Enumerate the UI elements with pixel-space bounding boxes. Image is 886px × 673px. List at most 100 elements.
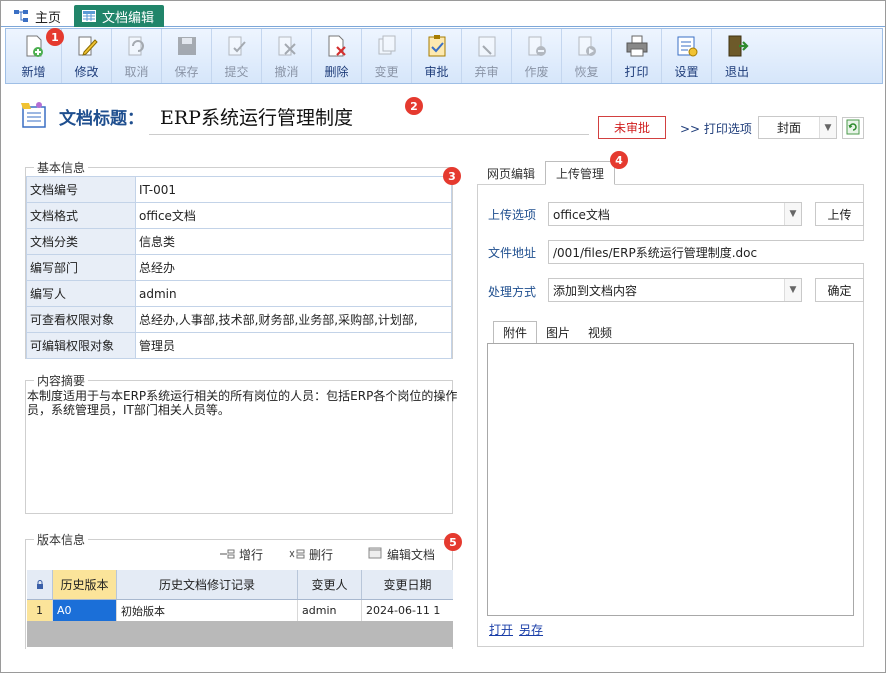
tab-image[interactable]: 图片 xyxy=(537,321,579,344)
info-value[interactable]: office文档 xyxy=(135,202,452,229)
print-icon xyxy=(624,33,650,59)
toolbar-button-change[interactable]: 变更 xyxy=(362,29,412,83)
info-key: 编写人 xyxy=(26,280,136,307)
lock-icon xyxy=(27,570,53,599)
attachment-tabs: 附件 图片 视频 xyxy=(493,321,621,344)
toolbar-button-settings[interactable]: 设置 xyxy=(662,29,712,83)
toolbar-button-label: 修改 xyxy=(74,65,99,79)
toolbar-button-label: 设置 xyxy=(674,65,699,79)
main-toolbar: 新增 修改 取消 保存 提交 撤消 删除 变更 审批 弃审 作废 恢复 打印 设置 退出 xyxy=(5,28,883,84)
toolbar-button-print[interactable]: 打印 xyxy=(612,29,662,83)
toolbar-button-label: 作废 xyxy=(524,65,549,79)
refresh-button[interactable] xyxy=(842,117,864,139)
chevron-down-icon[interactable]: ▼ xyxy=(819,117,836,138)
basic-info-table: 文档编号 IT-001 文档格式 office文档 文档分类 信息类 编写部门 总经办 编写人 a… xyxy=(26,176,452,359)
tab-home[interactable]: 主页 xyxy=(5,5,69,27)
col-revision-record[interactable]: 历史文档修订记录 xyxy=(117,570,298,599)
col-history-version[interactable]: 历史版本 xyxy=(53,570,117,599)
change-icon xyxy=(374,33,400,59)
unapprove-icon xyxy=(474,33,500,59)
toolbar-button-restore[interactable]: 恢复 xyxy=(562,29,612,83)
save-as-link[interactable]: 另存 xyxy=(519,621,543,638)
info-row: 编写人 admin xyxy=(26,280,452,307)
undo-icon xyxy=(124,33,150,59)
toolbar-button-submit[interactable]: 提交 xyxy=(212,29,262,83)
info-value[interactable]: IT-001 xyxy=(135,176,452,203)
upload-option-value: office文档 xyxy=(553,207,610,222)
tab-web-edit[interactable]: 网页编辑 xyxy=(477,161,545,185)
info-row: 文档格式 office文档 xyxy=(26,202,452,229)
delete-row-button[interactable]: 删行 xyxy=(289,546,333,563)
tab-upload-manage[interactable]: 上传管理 xyxy=(545,161,616,185)
chevron-down-icon[interactable]: ▼ xyxy=(784,279,801,301)
info-key: 文档格式 xyxy=(26,202,136,229)
table-icon xyxy=(82,10,96,22)
process-mode-label: 处理方式 xyxy=(488,285,537,299)
toolbar-button-label: 取消 xyxy=(124,65,149,79)
toolbar-button-unapprove[interactable]: 弃审 xyxy=(462,29,512,83)
cell-date[interactable]: 2024-06-11 1 xyxy=(362,600,453,621)
chevron-down-icon[interactable]: ▼ xyxy=(784,203,801,225)
add-row-button[interactable]: 增行 xyxy=(219,546,263,563)
version-grid-header: 历史版本 历史文档修订记录 变更人 变更日期 xyxy=(27,570,453,600)
version-actions: 增行 删行 编辑文档 xyxy=(219,546,435,563)
info-value[interactable]: 信息类 xyxy=(135,228,452,255)
process-mode-value: 添加到文档内容 xyxy=(553,283,638,298)
toolbar-button-undo[interactable]: 取消 xyxy=(112,29,162,83)
toolbar-button-label: 撤消 xyxy=(274,65,299,79)
info-key: 可编辑权限对象 xyxy=(26,332,136,359)
delete-row-label: 删行 xyxy=(309,548,334,562)
toolbar-button-edit[interactable]: 修改 xyxy=(62,29,112,83)
upload-option-select[interactable]: office文档 ▼ xyxy=(548,202,802,226)
summary-legend: 内容摘要 xyxy=(34,372,89,389)
save-icon xyxy=(174,33,200,59)
info-key: 文档编号 xyxy=(26,176,136,203)
table-row[interactable]: 1 A0 初始版本 admin 2024-06-11 1 xyxy=(27,600,453,621)
toolbar-button-save[interactable]: 保存 xyxy=(162,29,212,83)
edit-document-button[interactable]: 编辑文档 xyxy=(367,546,435,563)
cell-user[interactable]: admin xyxy=(298,600,362,621)
revoke-icon xyxy=(274,33,300,59)
toolbar-button-label: 弃审 xyxy=(474,65,499,79)
summary-textarea[interactable]: 本制度适用于与本ERP系统运行相关的所有岗位的人员：包括ERP各个岗位的操作员，… xyxy=(27,389,477,417)
toolbar-button-exit[interactable]: 退出 xyxy=(712,29,762,83)
toolbar-button-delete[interactable]: 删除 xyxy=(312,29,362,83)
toolbar-button-approve[interactable]: 审批 xyxy=(412,29,462,83)
doc-title-label: 文档标题： xyxy=(59,109,144,129)
upload-button[interactable]: 上传 xyxy=(815,202,864,226)
settings-icon xyxy=(674,33,700,59)
file-address-field[interactable]: /001/files/ERP系统运行管理制度.doc xyxy=(548,240,864,264)
exit-icon xyxy=(724,33,750,59)
attachment-list[interactable] xyxy=(487,343,854,616)
document-icon xyxy=(19,101,49,132)
info-value[interactable]: 总经办,人事部,技术部,财务部,业务部,采购部,计划部, xyxy=(135,306,452,333)
cover-select-value: 封面 xyxy=(777,121,802,135)
right-tab-bar: 网页编辑 上传管理 xyxy=(477,161,616,185)
print-options-link[interactable]: >> 打印选项 xyxy=(680,120,752,137)
toolbar-button-label: 新增 xyxy=(21,65,46,79)
col-changed-by[interactable]: 变更人 xyxy=(298,570,362,599)
cover-select[interactable]: 封面 ▼ xyxy=(758,116,837,139)
tab-video[interactable]: 视频 xyxy=(579,321,621,344)
cell-version[interactable]: A0 xyxy=(53,600,117,621)
col-change-date[interactable]: 变更日期 xyxy=(362,570,453,599)
toolbar-button-revoke[interactable]: 撤消 xyxy=(262,29,312,83)
info-key: 文档分类 xyxy=(26,228,136,255)
toolbar-button-void[interactable]: 作废 xyxy=(512,29,562,83)
submit-icon xyxy=(224,33,250,59)
delete-icon xyxy=(324,33,350,59)
cell-record[interactable]: 初始版本 xyxy=(117,600,298,621)
process-mode-select[interactable]: 添加到文档内容 ▼ xyxy=(548,278,802,302)
info-value[interactable]: admin xyxy=(135,280,452,307)
info-key: 编写部门 xyxy=(26,254,136,281)
approval-status-badge: 未审批 xyxy=(598,116,666,139)
tab-doc-edit[interactable]: 文档编辑 xyxy=(74,5,164,27)
badge-5: 5 xyxy=(444,533,462,551)
confirm-button[interactable]: 确定 xyxy=(815,278,864,302)
info-value[interactable]: 管理员 xyxy=(135,332,452,359)
badge-3: 3 xyxy=(443,167,461,185)
add-row-label: 增行 xyxy=(239,548,264,562)
info-value[interactable]: 总经办 xyxy=(135,254,452,281)
tab-attachment[interactable]: 附件 xyxy=(493,321,538,344)
open-link[interactable]: 打开 xyxy=(489,621,513,638)
